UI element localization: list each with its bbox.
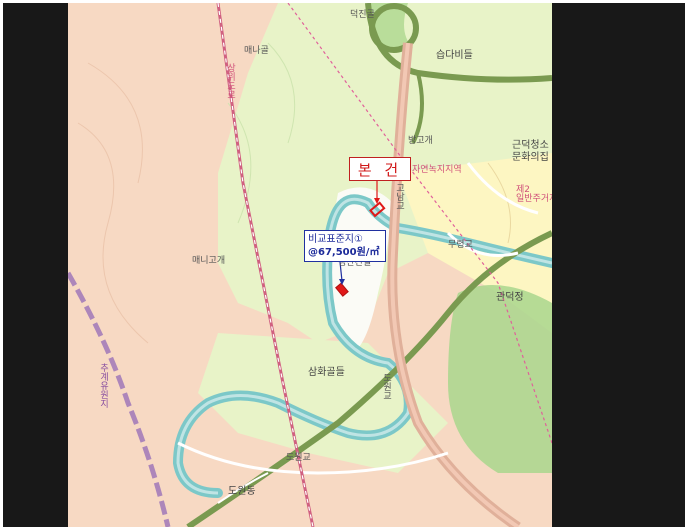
- label-gwandeokjeong: 관덕정: [496, 292, 524, 303]
- label-road-gonam: 고남교: [394, 183, 404, 210]
- right-letterbox: [552, 3, 685, 527]
- label-road-sangwi: 상위도로: [225, 63, 235, 99]
- label-road-dowon: 도원교: [381, 373, 391, 400]
- left-letterbox: [3, 3, 68, 527]
- label-samhwagoldeul: 삼화골들: [308, 367, 345, 378]
- subject-marker-label[interactable]: 본 건: [349, 157, 411, 181]
- label-culture-facility: 문화의집: [512, 152, 549, 163]
- label-road-dowon-2: 도원교: [286, 453, 311, 463]
- district-boundary: [68, 271, 171, 527]
- comparable-price: @67,500원/㎡: [308, 247, 380, 258]
- comparable-title: 비교표준지①: [308, 234, 363, 245]
- label-maenaegol-left: 매니고개: [192, 256, 226, 266]
- label-geundeok-center: 근덕청소: [512, 140, 549, 151]
- label-seupdabi: 습다비들: [436, 50, 473, 61]
- map-canvas[interactable]: 덕진골 습다비들 매나골 방고개 자연녹지지역 근덕청소 문화의집 제2 일반주…: [68, 3, 552, 527]
- label-banggogae: 방고개: [408, 136, 433, 146]
- comparable-marker-label[interactable]: 비교표준지① @67,500원/㎡: [304, 230, 386, 262]
- label-road-muryeong: 무령교: [448, 240, 473, 250]
- label-dukjingol: 덕진골: [350, 10, 375, 20]
- label-city-boundary: 추계유원지: [98, 363, 108, 408]
- forest-zone: [448, 285, 552, 473]
- label-dowondong: 도원동: [228, 486, 256, 497]
- map-viewer: 덕진골 습다비들 매나골 방고개 자연녹지지역 근덕청소 문화의집 제2 일반주…: [0, 0, 688, 530]
- map-graphics: [68, 3, 552, 527]
- label-maenaegol-top: 매나골: [244, 46, 269, 56]
- label-residential-zone: 제2 일반주거지역: [516, 185, 552, 204]
- label-natural-green-zone: 자연녹지지역: [412, 165, 462, 175]
